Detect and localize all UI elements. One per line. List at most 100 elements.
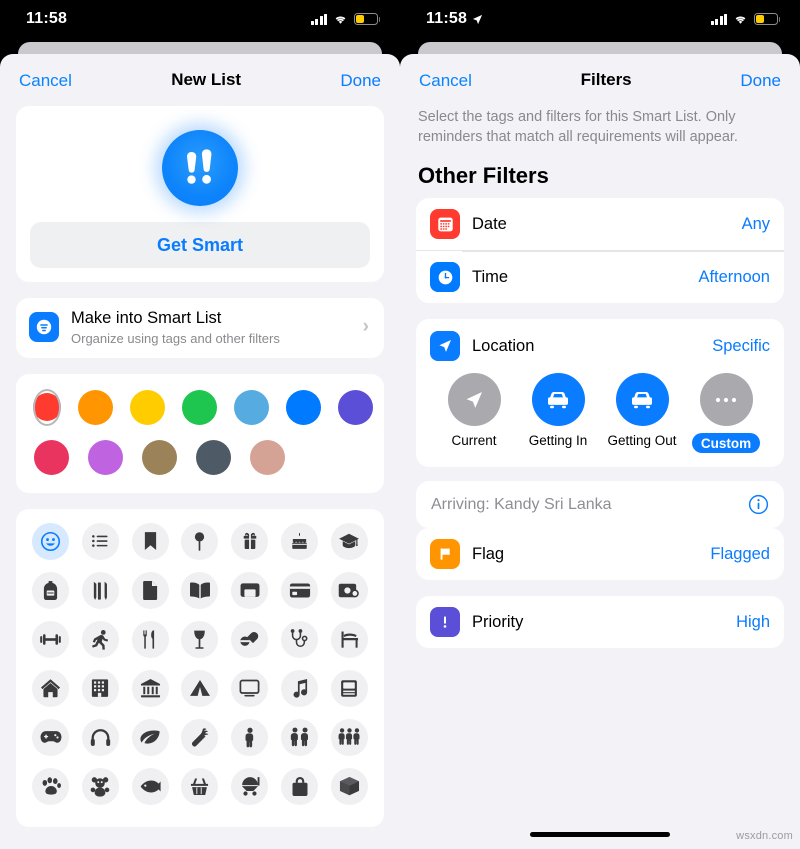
location-block: Location Specific Current Getting In Get…: [416, 319, 784, 467]
exclamation-icon: [430, 607, 460, 638]
fork-knife-icon[interactable]: [131, 620, 169, 658]
icon-row: [32, 620, 368, 658]
dumbbell-icon[interactable]: [32, 620, 69, 658]
color-row: [33, 388, 373, 426]
color-swatch-light-blue[interactable]: [234, 389, 269, 426]
teddy-bear-icon[interactable]: [81, 767, 119, 805]
done-button[interactable]: Done: [740, 72, 781, 89]
person-icon[interactable]: [231, 718, 269, 756]
color-swatch-indigo[interactable]: [338, 389, 373, 426]
two-people-icon[interactable]: [281, 718, 319, 756]
house-icon[interactable]: [32, 669, 69, 707]
game-controller-icon[interactable]: [32, 718, 69, 756]
stroller-icon[interactable]: [231, 767, 269, 805]
page-title: Filters: [580, 70, 632, 89]
info-circle-icon[interactable]: [748, 494, 769, 515]
cancel-button[interactable]: Cancel: [19, 72, 72, 89]
color-swatch-orange[interactable]: [78, 389, 113, 426]
filter-row-priority[interactable]: Priority High: [416, 596, 784, 648]
building-icon[interactable]: [81, 669, 119, 707]
color-swatch-brown[interactable]: [141, 439, 178, 476]
location-option-getting-out[interactable]: Getting Out: [604, 373, 680, 453]
headphones-icon[interactable]: [81, 718, 119, 756]
car-icon: [615, 373, 669, 427]
get-smart-button[interactable]: Get Smart: [30, 222, 370, 268]
right-phone-screen: 11:58 Cancel Filters Done Select the tag…: [400, 0, 800, 849]
new-list-sheet: Cancel New List Done Get Smart Make into…: [0, 54, 400, 849]
pencils-icon[interactable]: [81, 571, 119, 609]
color-swatch-slate[interactable]: [195, 439, 232, 476]
color-swatch-purple[interactable]: [87, 439, 124, 476]
list-icon[interactable]: [81, 522, 119, 560]
book-icon[interactable]: [181, 571, 219, 609]
location-option-label: Custom: [691, 433, 761, 454]
bookmark-icon[interactable]: [131, 522, 169, 560]
basket-icon[interactable]: [181, 767, 219, 805]
filter-row-time[interactable]: Time Afternoon: [416, 250, 784, 303]
location-option-custom[interactable]: Custom: [688, 373, 764, 454]
color-swatch-yellow[interactable]: [130, 389, 165, 426]
stethoscope-icon[interactable]: [281, 620, 319, 658]
filters-description: Select the tags and filters for this Sma…: [418, 109, 738, 145]
backpack-icon[interactable]: [32, 571, 69, 609]
leaf-icon[interactable]: [131, 718, 169, 756]
icon-row: [32, 669, 368, 707]
battery-icon: [354, 13, 381, 25]
wine-glass-icon[interactable]: [181, 620, 219, 658]
status-time-group: 11:58: [426, 10, 483, 28]
wifi-icon: [335, 15, 346, 24]
shopping-bag-icon[interactable]: [281, 767, 319, 805]
filter-value-flag[interactable]: Flagged: [710, 545, 770, 564]
make-into-smart-list-row[interactable]: Make into Smart List Organize using tags…: [16, 298, 384, 358]
pin-icon[interactable]: [181, 522, 219, 560]
graduation-cap-icon[interactable]: [330, 522, 368, 560]
fish-icon[interactable]: [131, 767, 169, 805]
color-swatch-blue[interactable]: [286, 389, 321, 426]
money-icon[interactable]: [330, 571, 368, 609]
filter-label-location: Location: [472, 336, 535, 355]
credit-card-icon[interactable]: [281, 571, 319, 609]
wallet-icon[interactable]: [231, 571, 269, 609]
filter-value-location[interactable]: Specific: [712, 337, 770, 356]
location-arrow-icon: [430, 331, 460, 362]
running-icon[interactable]: [81, 620, 119, 658]
cellular-signal-icon: [710, 13, 727, 25]
three-people-icon[interactable]: [330, 718, 368, 756]
filter-row-flag[interactable]: Flag Flagged: [416, 528, 784, 580]
color-swatch-green[interactable]: [182, 389, 217, 426]
list-glyph-preview: [30, 124, 370, 222]
document-icon[interactable]: [131, 571, 169, 609]
color-row: [33, 439, 367, 476]
color-swatch-taupe[interactable]: [249, 439, 286, 476]
music-note-icon[interactable]: [281, 669, 319, 707]
box-icon[interactable]: [330, 767, 368, 805]
filter-label-flag: Flag: [472, 544, 505, 563]
location-address-row[interactable]: Arriving: Kandy Sri Lanka: [416, 481, 784, 529]
car-icon: [531, 373, 585, 427]
filter-value-priority[interactable]: High: [736, 613, 770, 632]
bank-icon[interactable]: [131, 669, 169, 707]
smiley-icon[interactable]: [32, 522, 69, 560]
home-indicator[interactable]: [530, 832, 670, 837]
location-header[interactable]: Location Specific: [430, 331, 770, 362]
paw-icon[interactable]: [32, 767, 69, 805]
chair-icon[interactable]: [330, 620, 368, 658]
smart-list-subtitle: Organize using tags and other filters: [71, 330, 280, 346]
tv-icon[interactable]: [231, 669, 269, 707]
cancel-button[interactable]: Cancel: [419, 72, 472, 89]
filter-value-time[interactable]: Afternoon: [698, 268, 770, 287]
location-address-text: Arriving: Kandy Sri Lanka: [431, 495, 612, 513]
done-button[interactable]: Done: [340, 72, 381, 89]
color-swatch-red[interactable]: [33, 388, 61, 426]
laptop-icon[interactable]: [330, 669, 368, 707]
tent-icon[interactable]: [181, 669, 219, 707]
cake-icon[interactable]: [281, 522, 319, 560]
pills-icon[interactable]: [231, 620, 269, 658]
filter-value-date[interactable]: Any: [742, 215, 770, 234]
filter-row-date[interactable]: Date Any: [416, 198, 784, 250]
location-option-getting-in[interactable]: Getting In: [520, 373, 596, 453]
gift-icon[interactable]: [231, 522, 269, 560]
carrot-icon[interactable]: [181, 718, 219, 756]
location-option-current[interactable]: Current: [436, 373, 512, 453]
color-swatch-pink[interactable]: [33, 439, 70, 476]
